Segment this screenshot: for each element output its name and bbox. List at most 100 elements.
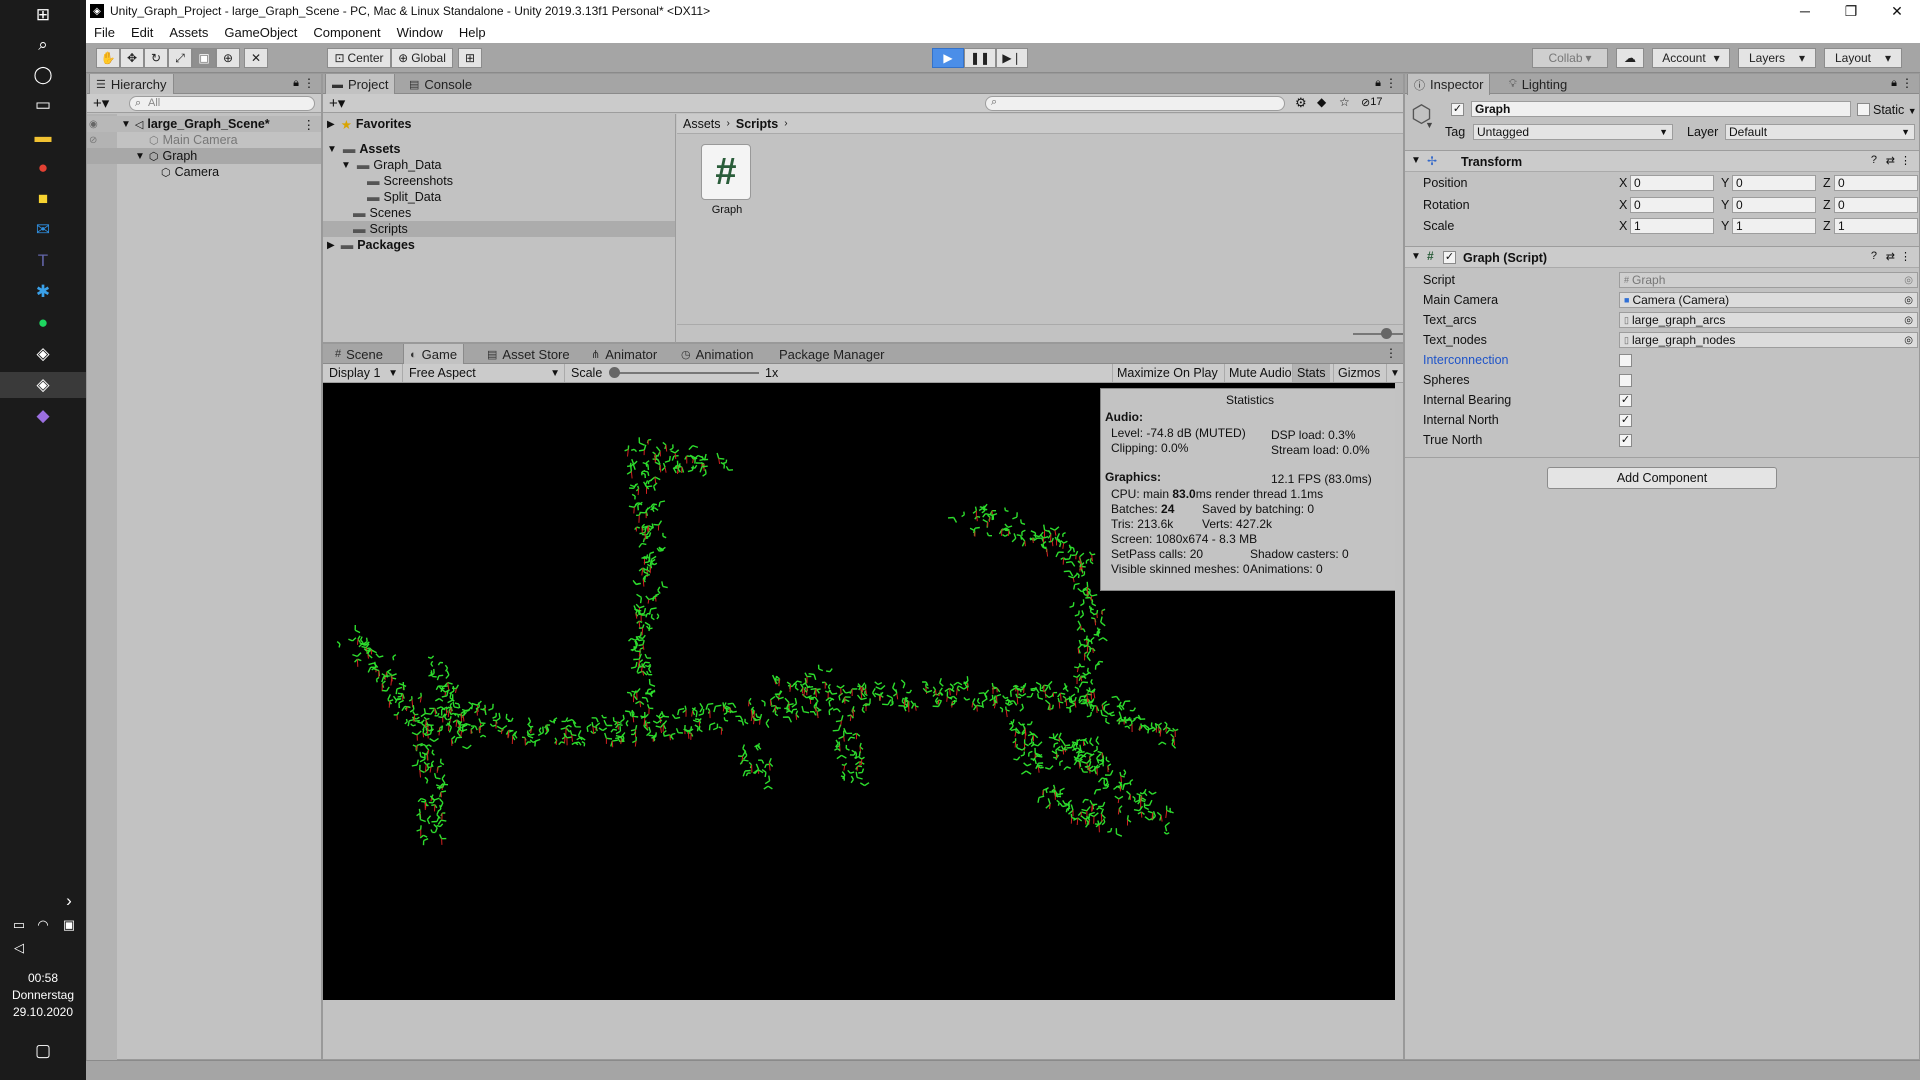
folder-screenshots[interactable]: ▬ Screenshots xyxy=(367,173,453,189)
tab-animation[interactable]: ◷ Animation xyxy=(675,344,759,364)
move-tool-icon[interactable]: ✥ xyxy=(120,48,144,68)
kebab-menu-icon[interactable]: ⋮ xyxy=(1385,346,1397,360)
folder-split-data[interactable]: ▬ Split_Data xyxy=(367,189,441,205)
rotation-x-field[interactable]: 0 xyxy=(1630,197,1714,213)
position-y-field[interactable]: 0 xyxy=(1732,175,1816,191)
graph-script-header[interactable]: ▼ # ✓ Graph (Script) ? ⇄ ⋮ xyxy=(1405,246,1919,268)
main-camera-field[interactable]: ■ Camera (Camera) ◎ xyxy=(1619,292,1918,308)
hand-tool-icon[interactable]: ✋ xyxy=(96,48,120,68)
static-dropdown[interactable]: Static ▼ xyxy=(1873,103,1917,117)
menu-component[interactable]: Component xyxy=(313,25,380,40)
notifications-icon[interactable]: ▢ xyxy=(30,1038,56,1064)
grid-snap-icon[interactable]: ⊞ xyxy=(458,48,482,68)
breadcrumb-assets[interactable]: Assets xyxy=(683,117,721,131)
sticky-notes-icon[interactable]: ■ xyxy=(30,186,56,212)
object-picker-icon[interactable]: ◎ xyxy=(1904,335,1913,346)
transform-header[interactable]: ▼ ✢ Transform ? ⇄ ⋮ xyxy=(1405,150,1919,172)
layer-dropdown[interactable]: Default ▼ xyxy=(1725,124,1915,140)
menu-file[interactable]: File xyxy=(94,25,115,40)
gizmos-dropdown-icon[interactable]: ▼ xyxy=(1386,364,1403,382)
script-enabled-checkbox[interactable]: ✓ xyxy=(1443,251,1456,264)
transform-tool-icon[interactable]: ⊕ xyxy=(216,48,240,68)
collapse-arrow-icon[interactable]: ▶ xyxy=(327,240,335,251)
lock-icon[interactable]: 🔒︎ xyxy=(1891,77,1897,90)
object-picker-icon[interactable]: ◎ xyxy=(1904,315,1913,326)
kebab-menu-icon[interactable]: ⋮ xyxy=(303,76,315,90)
collab-button[interactable]: Collab ▾ xyxy=(1532,48,1608,68)
true-north-checkbox[interactable]: ✓ xyxy=(1619,434,1632,447)
hierarchy-item-graph[interactable]: ▼ ⬡ Graph xyxy=(87,148,321,164)
icon-size-slider-thumb[interactable] xyxy=(1381,328,1392,339)
scene-row[interactable]: ◉ ▼ ◁ large_Graph_Scene* ⋮ xyxy=(87,116,321,132)
gameobject-name-field[interactable]: Graph xyxy=(1471,101,1851,117)
text-arcs-field[interactable]: ▯ large_graph_arcs ◎ xyxy=(1619,312,1918,328)
expand-arrow-icon[interactable]: ▼ xyxy=(1411,155,1421,166)
folder-scripts[interactable]: ▬ Scripts xyxy=(323,221,675,237)
cortana-icon[interactable]: ◯ xyxy=(30,62,56,88)
lock-icon[interactable]: 🔒︎ xyxy=(1375,77,1381,90)
tab-project[interactable]: ▬ Project xyxy=(325,74,396,95)
object-picker-icon[interactable]: ◎ xyxy=(1904,295,1913,306)
favorite-star-icon[interactable]: ☆ xyxy=(1339,95,1350,109)
close-button[interactable]: ✕ xyxy=(1874,0,1920,22)
menu-assets[interactable]: Assets xyxy=(169,25,208,40)
static-checkbox[interactable] xyxy=(1857,103,1870,116)
project-search-input[interactable] xyxy=(985,96,1285,111)
menu-gameobject[interactable]: GameObject xyxy=(224,25,297,40)
presets-icon[interactable]: ⇄ xyxy=(1886,154,1895,167)
create-plus-icon[interactable]: +▾ xyxy=(329,94,345,112)
scale-y-field[interactable]: 1 xyxy=(1732,218,1816,234)
tab-asset-store[interactable]: ▤ Asset Store xyxy=(481,344,576,364)
rotate-tool-icon[interactable]: ↻ xyxy=(144,48,168,68)
aspect-dropdown[interactable]: Free Aspect ▼ xyxy=(405,364,565,382)
gameobject-active-checkbox[interactable]: ✓ xyxy=(1451,103,1464,116)
pivot-center-button[interactable]: ⊡ Center xyxy=(327,48,391,68)
internal-bearing-checkbox[interactable]: ✓ xyxy=(1619,394,1632,407)
minimize-button[interactable]: ─ xyxy=(1782,0,1828,22)
pause-button[interactable]: ❚❚ xyxy=(964,48,996,68)
wifi-icon[interactable]: ◠ xyxy=(30,912,56,938)
hidden-eye-icon[interactable]: ⊘ xyxy=(89,135,105,146)
hierarchy-search-input[interactable]: All xyxy=(129,96,315,111)
display-dropdown[interactable]: Display 1 ▼ xyxy=(325,364,403,382)
stats-toggle[interactable]: Stats xyxy=(1292,364,1330,382)
kebab-menu-icon[interactable]: ⋮ xyxy=(1385,76,1397,90)
help-icon[interactable]: ? xyxy=(1871,154,1877,166)
unity-editor-icon[interactable]: ◈ xyxy=(0,372,86,398)
play-button[interactable]: ▶ xyxy=(932,48,964,68)
tab-inspector[interactable]: ⓘ Inspector xyxy=(1407,74,1491,95)
spheres-checkbox[interactable] xyxy=(1619,374,1632,387)
hierarchy-item-main-camera[interactable]: ⊘ ⬡ Main Camera xyxy=(87,132,321,148)
eye-icon[interactable]: ◉ xyxy=(89,119,105,130)
lock-icon[interactable]: 🔒︎ xyxy=(293,77,299,90)
tab-animator[interactable]: ⋔ Animator xyxy=(585,344,663,364)
favorites-row[interactable]: ▶ ★ Favorites xyxy=(327,116,412,132)
rotation-z-field[interactable]: 0 xyxy=(1834,197,1918,213)
cloud-icon[interactable]: ☁ xyxy=(1616,48,1644,68)
custom-tool-icon[interactable]: ✕ xyxy=(244,48,268,68)
tab-scene[interactable]: # Scene xyxy=(329,344,389,364)
teams-icon[interactable]: T xyxy=(30,248,56,274)
mail-icon[interactable]: ✉ xyxy=(30,217,56,243)
layout-dropdown[interactable]: Layout ▾ xyxy=(1824,48,1902,68)
assets-row[interactable]: ▼ ▬ Assets xyxy=(327,141,400,157)
filter-label-icon[interactable]: ◆ xyxy=(1317,95,1326,109)
create-plus-icon[interactable]: +▾ xyxy=(93,94,109,112)
unity-hub-icon[interactable]: ◈ xyxy=(30,341,56,367)
account-dropdown[interactable]: Account ▾ xyxy=(1652,48,1730,68)
menu-help[interactable]: Help xyxy=(459,25,486,40)
position-x-field[interactable]: 0 xyxy=(1630,175,1714,191)
search-icon[interactable]: ⌕ xyxy=(30,32,56,58)
game-viewport[interactable]: Statistics Audio: Level: -74.8 dB (MUTED… xyxy=(323,383,1395,1000)
kebab-menu-icon[interactable]: ⋮ xyxy=(303,117,316,132)
scale-tool-icon[interactable]: ⤢ xyxy=(168,48,192,68)
packages-row[interactable]: ▶ ▬ Packages xyxy=(327,237,415,253)
task-view-icon[interactable]: ▭ xyxy=(30,92,56,118)
people-icon[interactable]: ✱ xyxy=(30,279,56,305)
expand-arrow-icon[interactable]: ▼ xyxy=(341,160,351,171)
tab-console[interactable]: ▤ Console xyxy=(403,74,478,94)
spotify-icon[interactable]: ● xyxy=(30,310,56,336)
tab-lighting[interactable]: 💡︎ Lighting xyxy=(1503,74,1573,94)
collapse-arrow-icon[interactable]: ▶ xyxy=(327,119,335,130)
layers-dropdown[interactable]: Layers ▾ xyxy=(1738,48,1816,68)
